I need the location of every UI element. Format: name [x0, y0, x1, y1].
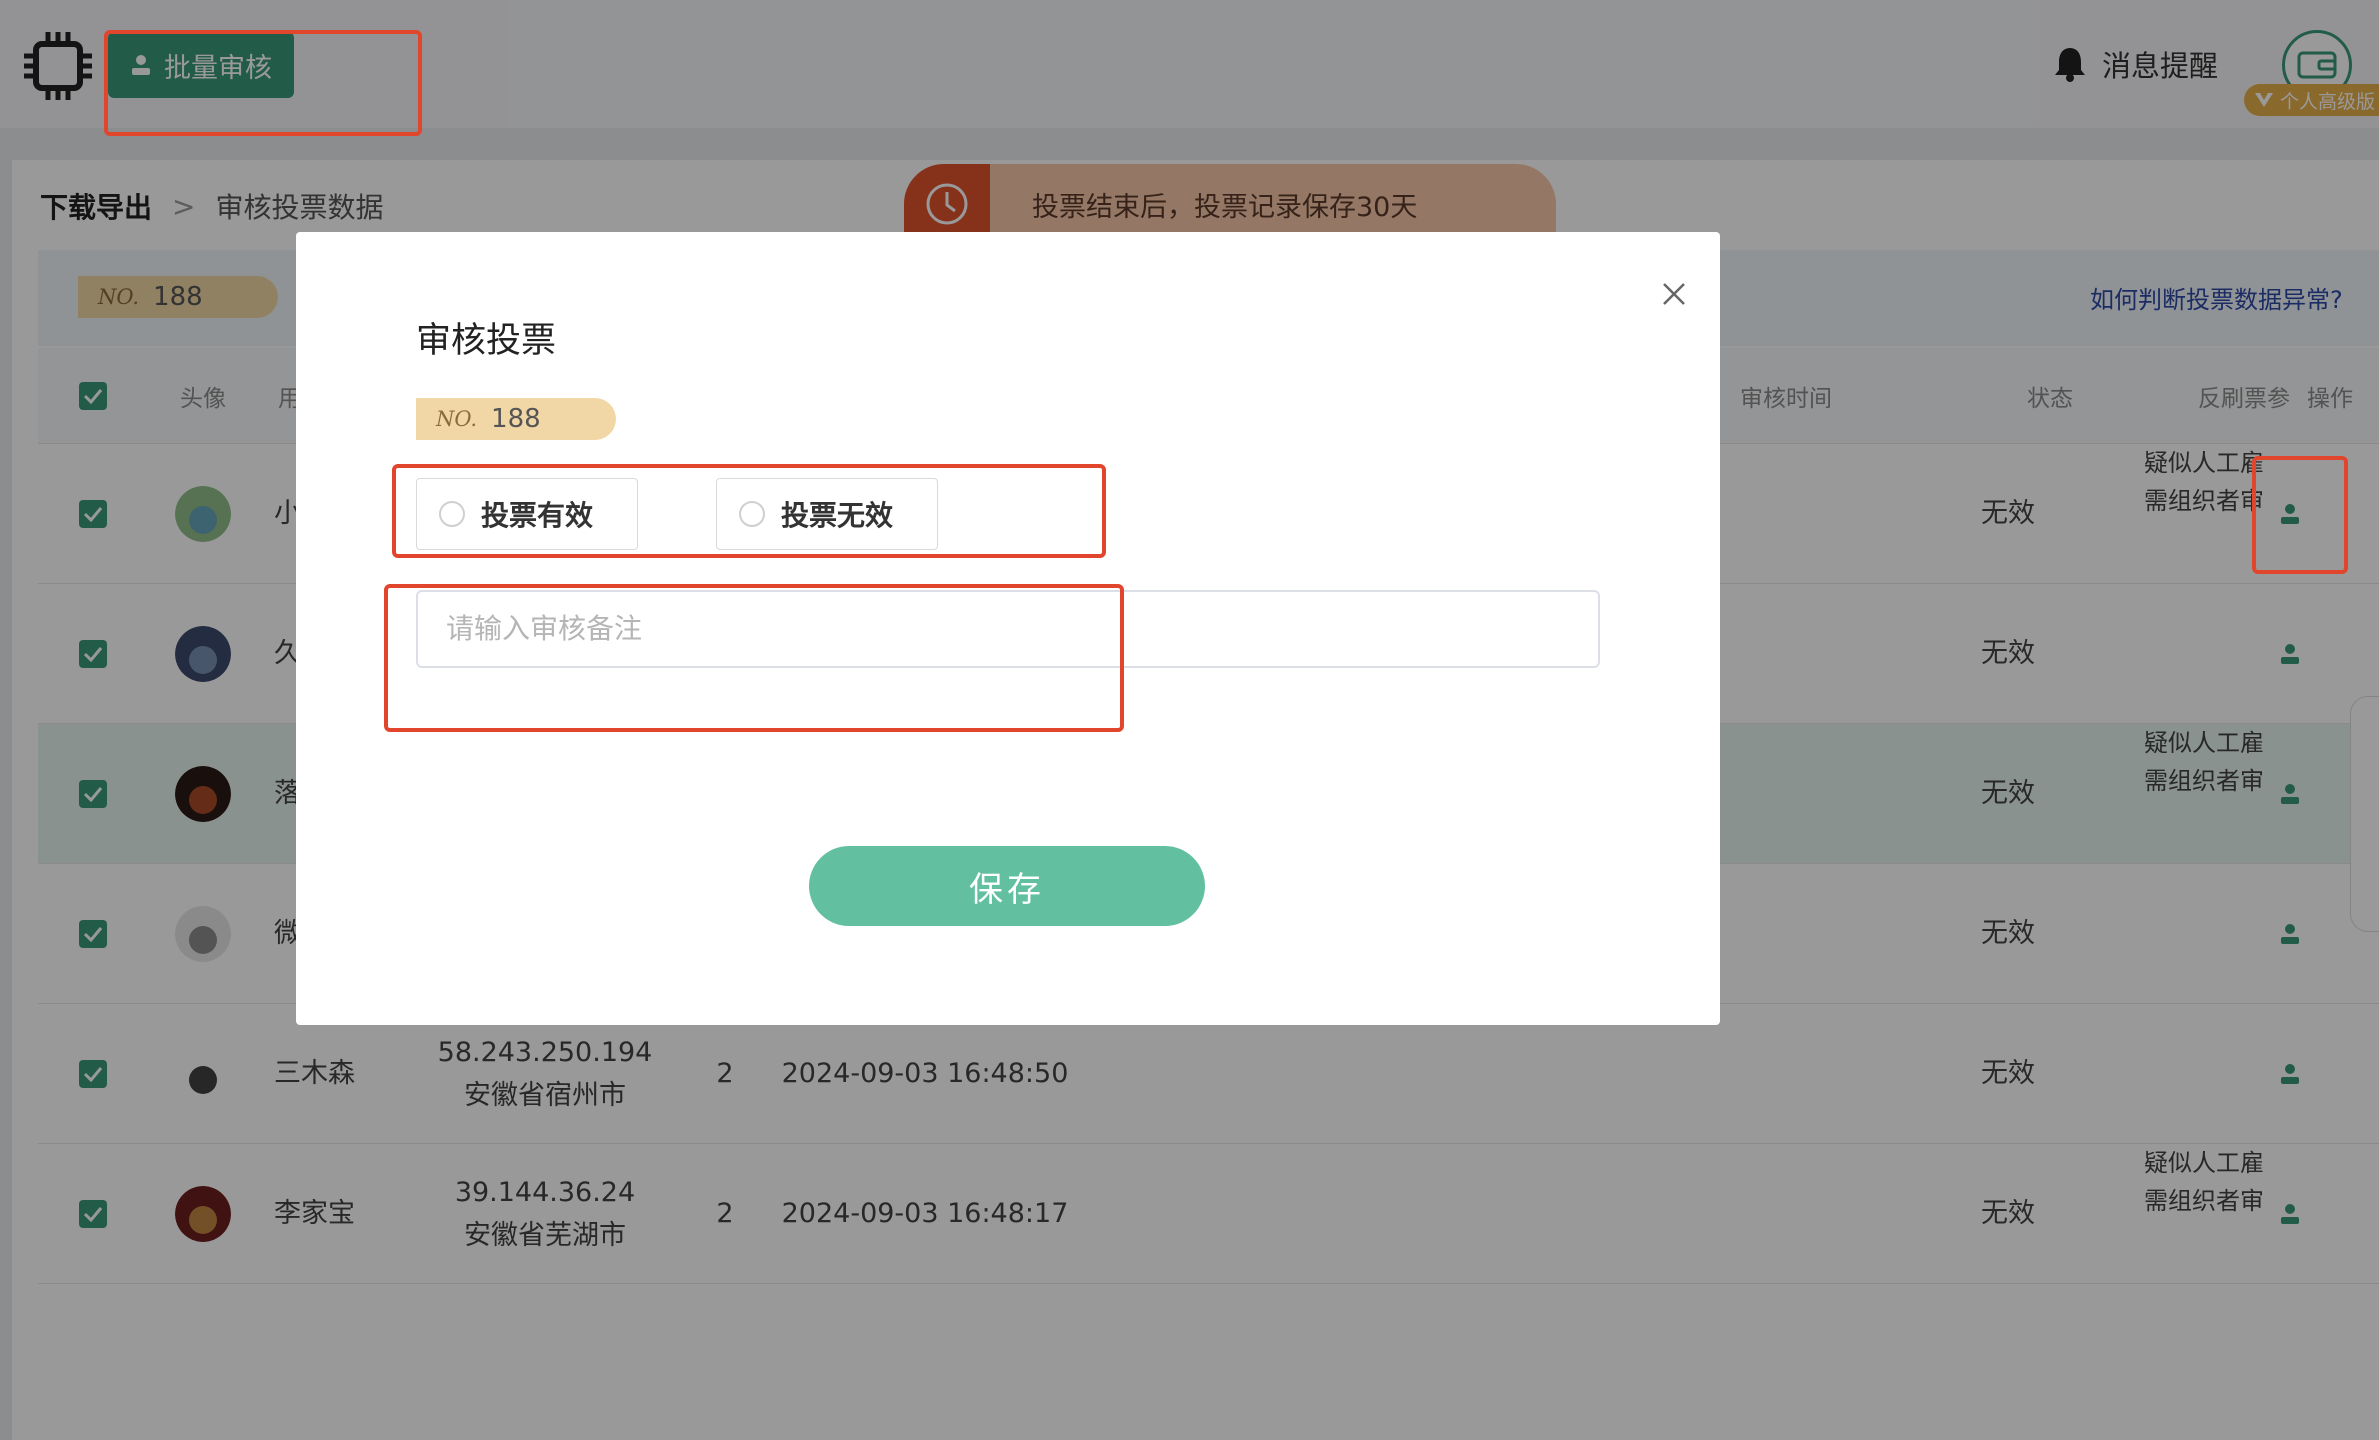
- annotation-box-remark: [384, 584, 1124, 732]
- vote-number: 188: [491, 404, 541, 434]
- annotation-box-batch: [104, 30, 422, 136]
- annotation-box-options: [392, 464, 1106, 558]
- annotation-box-operation: [2252, 456, 2348, 574]
- modal-vote-number-badge: NO. 188: [416, 398, 616, 440]
- save-button[interactable]: 保存: [809, 846, 1205, 926]
- modal-title: 审核投票: [416, 321, 557, 361]
- no-prefix: NO.: [436, 407, 478, 431]
- close-icon[interactable]: [1652, 272, 1696, 316]
